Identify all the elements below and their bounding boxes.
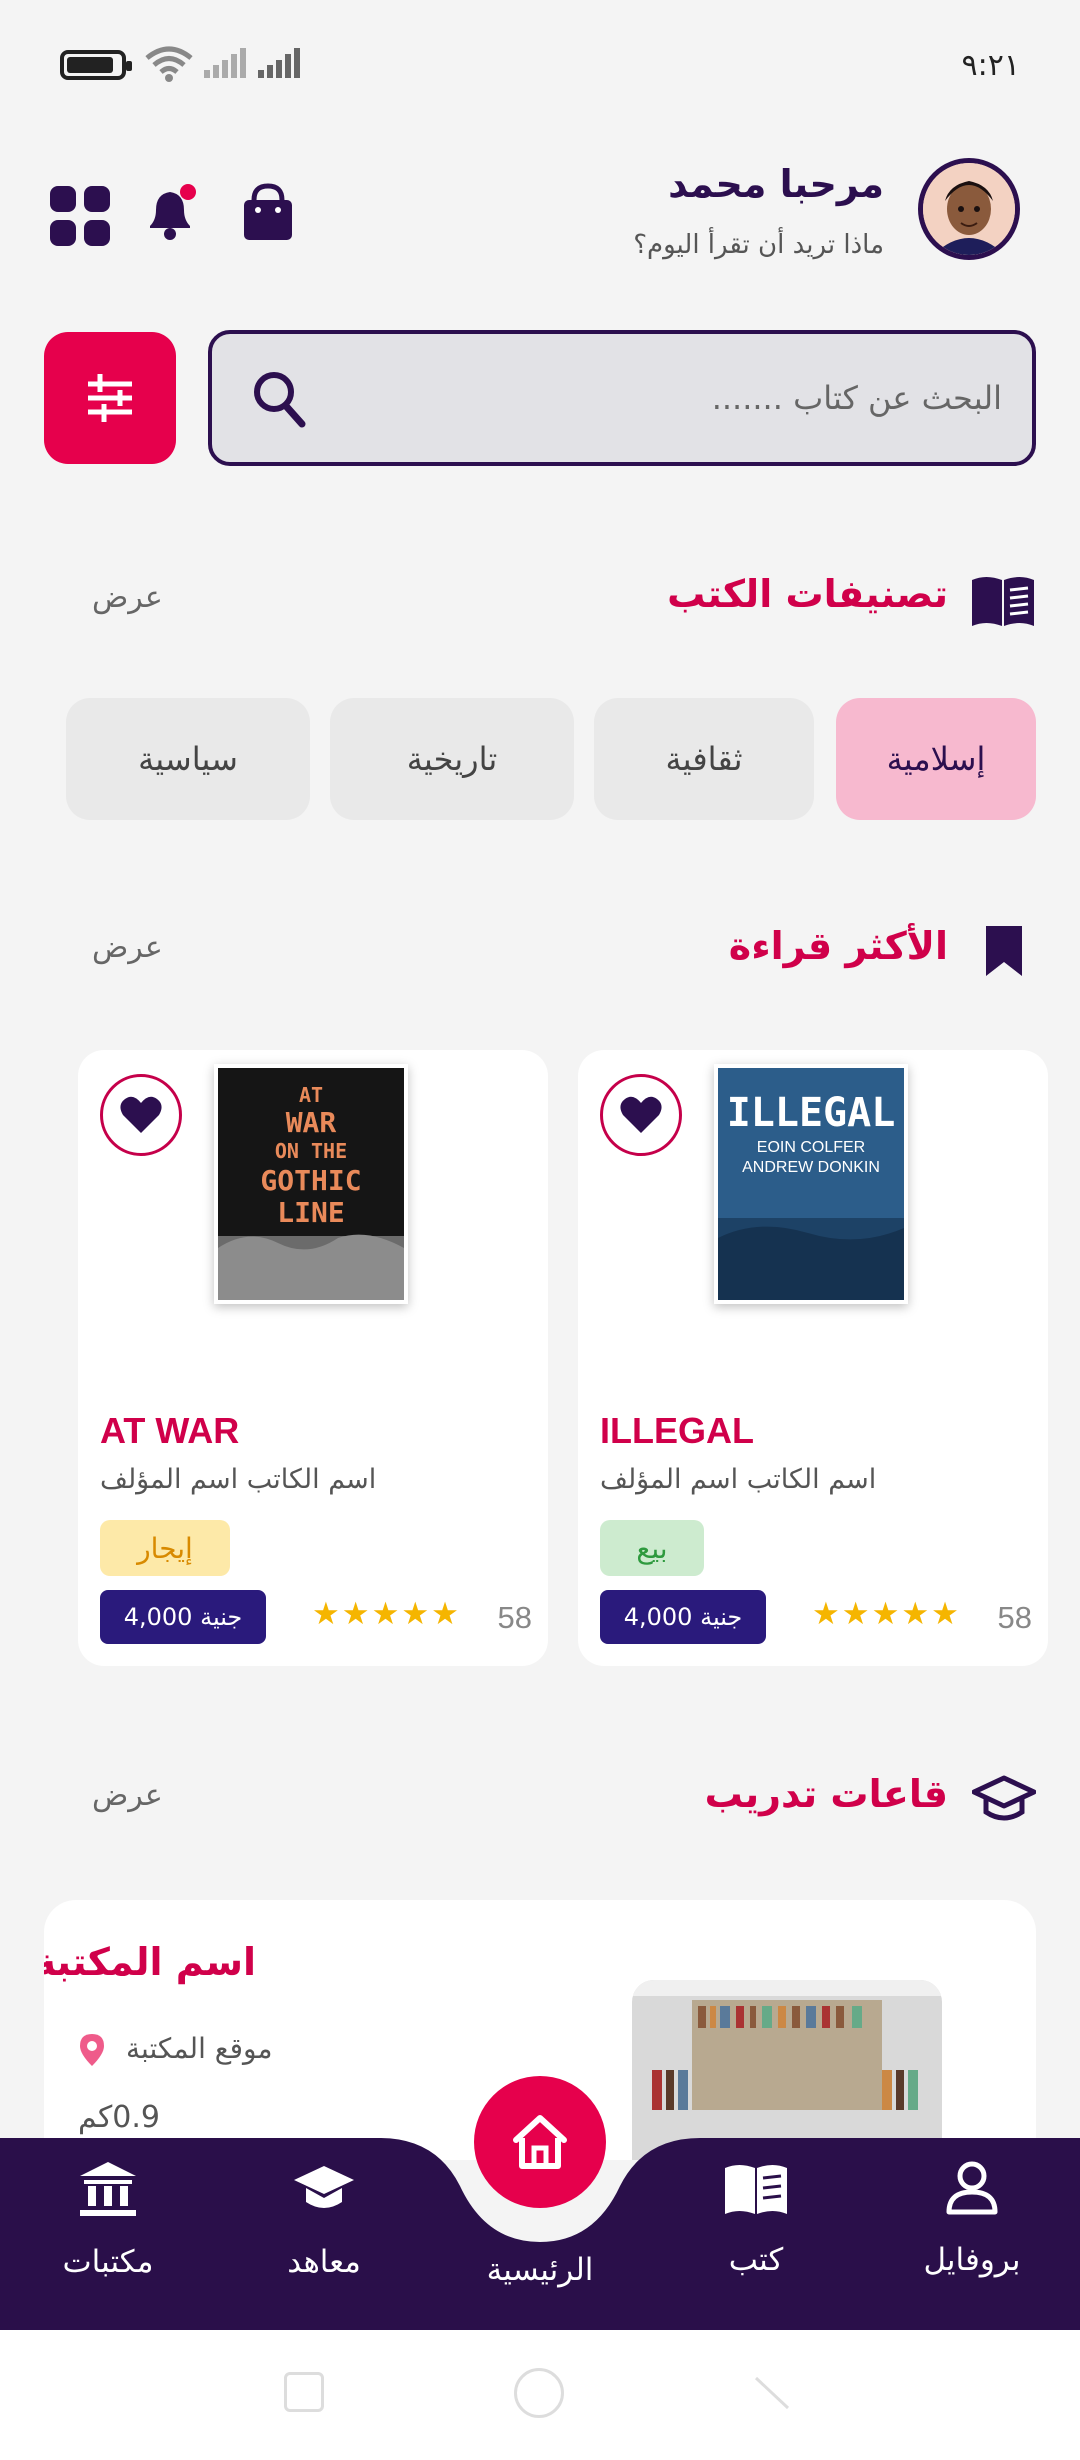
nav-item-books[interactable]: كتب — [666, 2160, 846, 2278]
rating-count: 58 — [497, 1600, 532, 1635]
graduation-cap-icon — [972, 1775, 1036, 1821]
rating-count: 58 — [997, 1600, 1032, 1635]
cover-line: ON THE — [275, 1139, 347, 1163]
nav-label-home[interactable]: الرئيسية — [440, 2252, 640, 2288]
cover-author-2: ANDREW DONKIN — [742, 1159, 880, 1176]
greeting: مرحبا محمد — [668, 162, 884, 206]
signal-icon — [204, 48, 246, 78]
section-title-most-read: الأكثر قراءة — [728, 924, 948, 968]
book-card[interactable]: AT WAR ON THE GOTHIC LINE AT WAR اسم الك… — [78, 1050, 548, 1666]
star-rating: ★★★★★ — [812, 1596, 961, 1632]
avatar-image — [923, 163, 1015, 255]
wifi-icon — [145, 46, 193, 82]
back-button[interactable] — [752, 2372, 792, 2412]
book-cover: ILLEGAL EOIN COLFER ANDREW DONKIN — [714, 1064, 908, 1304]
nav-label: مكتبات — [62, 2244, 154, 2280]
categories-view-all-link[interactable]: عرض — [92, 580, 163, 615]
avatar[interactable] — [918, 158, 1020, 260]
location-pin-icon — [80, 2034, 104, 2066]
recent-apps-button[interactable] — [284, 2372, 324, 2412]
price-badge: 4,000 جنية — [100, 1590, 266, 1644]
cover-title: ILLEGAL — [727, 1090, 896, 1136]
book-author: اسم الكاتب اسم المؤلف — [600, 1464, 877, 1495]
battery-icon — [60, 50, 132, 80]
greeting-subtitle: ماذا تريد أن تقرأ اليوم؟ — [633, 230, 884, 260]
user-icon — [946, 2161, 998, 2215]
cover-line: LINE — [277, 1196, 344, 1229]
nav-item-institutes[interactable]: معاهد — [234, 2160, 414, 2280]
library-location: موقع المكتبة — [126, 2032, 273, 2065]
category-chip-historical[interactable]: تاريخية — [330, 698, 574, 820]
nav-item-home[interactable] — [474, 2076, 606, 2208]
home-icon — [513, 2115, 567, 2169]
star-rating: ★★★★★ — [312, 1596, 461, 1632]
category-chip-cultural[interactable]: ثقافية — [594, 698, 814, 820]
book-cover: AT WAR ON THE GOTHIC LINE — [214, 1064, 408, 1304]
graduation-cap-icon — [294, 2166, 354, 2208]
nav-label: معاهد — [287, 2244, 361, 2280]
library-distance: 0.9كم — [78, 2100, 160, 2135]
system-home-button[interactable] — [514, 2368, 564, 2418]
nav-item-libraries[interactable]: مكتبات — [18, 2160, 198, 2280]
shopping-bag-icon[interactable] — [236, 180, 300, 244]
heart-icon — [620, 1096, 662, 1133]
nav-label: كتب — [728, 2242, 784, 2278]
book-title: ILLEGAL — [600, 1410, 754, 1451]
search-bar — [208, 330, 1036, 466]
book-author: اسم الكاتب اسم المؤلف — [100, 1464, 377, 1495]
training-view-all-link[interactable]: عرض — [92, 1778, 163, 1813]
filter-sliders-icon — [88, 374, 132, 422]
section-title-training-halls: قاعات تدريب — [704, 1772, 948, 1816]
signal-icon — [258, 48, 300, 78]
notification-bell-icon[interactable] — [138, 180, 202, 244]
heart-icon — [120, 1096, 162, 1133]
library-image — [632, 1980, 942, 2160]
grid-menu-icon[interactable] — [48, 184, 112, 248]
search-icon[interactable] — [252, 370, 308, 430]
nav-label: بروفايل — [923, 2242, 1021, 2278]
book-icon — [725, 2165, 787, 2214]
library-icon — [80, 2162, 136, 2216]
favorite-button[interactable] — [100, 1074, 182, 1156]
search-input[interactable] — [442, 334, 1002, 462]
cover-line: AT — [299, 1083, 323, 1107]
library-name: اسم المكتبة — [44, 1940, 256, 1984]
price-badge: 4,000 جنية — [600, 1590, 766, 1644]
most-read-view-all-link[interactable]: عرض — [92, 930, 163, 965]
filter-button[interactable] — [44, 332, 176, 464]
book-card[interactable]: ILLEGAL EOIN COLFER ANDREW DONKIN ILLEGA… — [578, 1050, 1048, 1666]
bookmark-icon — [986, 926, 1022, 976]
section-title-categories: تصنيفات الكتب — [667, 572, 948, 616]
category-chip-political[interactable]: سياسية — [66, 698, 310, 820]
cover-line: GOTHIC — [260, 1164, 361, 1197]
open-book-icon — [972, 577, 1034, 626]
book-type-badge: إيجار — [100, 1520, 230, 1576]
cover-author-1: EOIN COLFER — [757, 1139, 865, 1156]
system-navigation-bar — [0, 2330, 1080, 2460]
status-time: ٩:٢١ — [961, 48, 1020, 83]
book-type-badge: بيع — [600, 1520, 704, 1576]
nav-item-profile[interactable]: بروفايل — [882, 2160, 1062, 2278]
book-title: AT WAR — [100, 1410, 240, 1451]
favorite-button[interactable] — [600, 1074, 682, 1156]
category-chip-islamic[interactable]: إسلامية — [836, 698, 1036, 820]
cover-line: WAR — [286, 1106, 337, 1139]
